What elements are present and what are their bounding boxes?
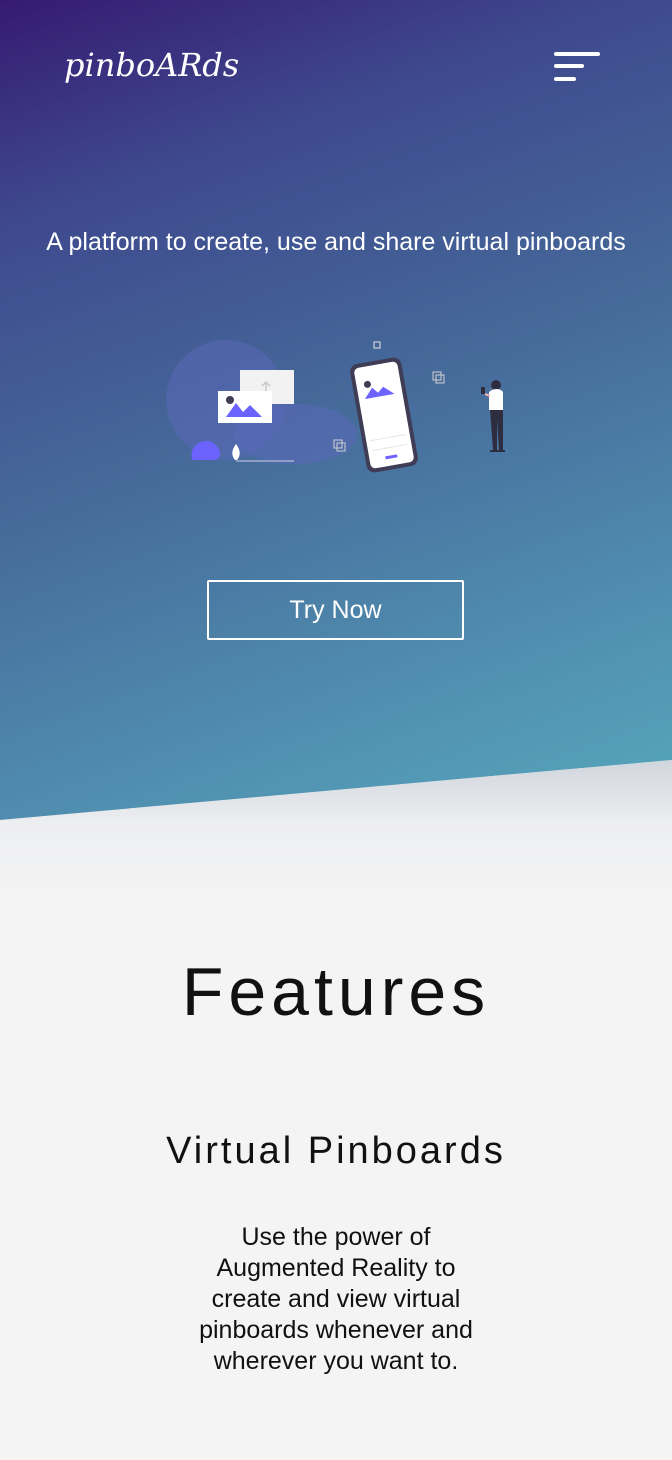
logo-text: pinboARds [64,46,239,84]
hero-tagline: A platform to create, use and share virt… [46,228,626,256]
features-title: Features [181,954,491,1030]
try-now-button[interactable]: Try Now [207,580,464,640]
phone-ar-illustration [166,340,505,473]
pinboards-logo[interactable]: pinboARds [62,42,252,92]
feature-heading-virtual-pinboards: Virtual Pinboards [166,1130,506,1172]
feature-description-virtual-pinboards: Use the power of Augmented Reality to cr… [199,1223,473,1375]
menu-button[interactable] [552,48,602,88]
landing-page: pinboARds A platform to create, use and … [0,0,672,1460]
